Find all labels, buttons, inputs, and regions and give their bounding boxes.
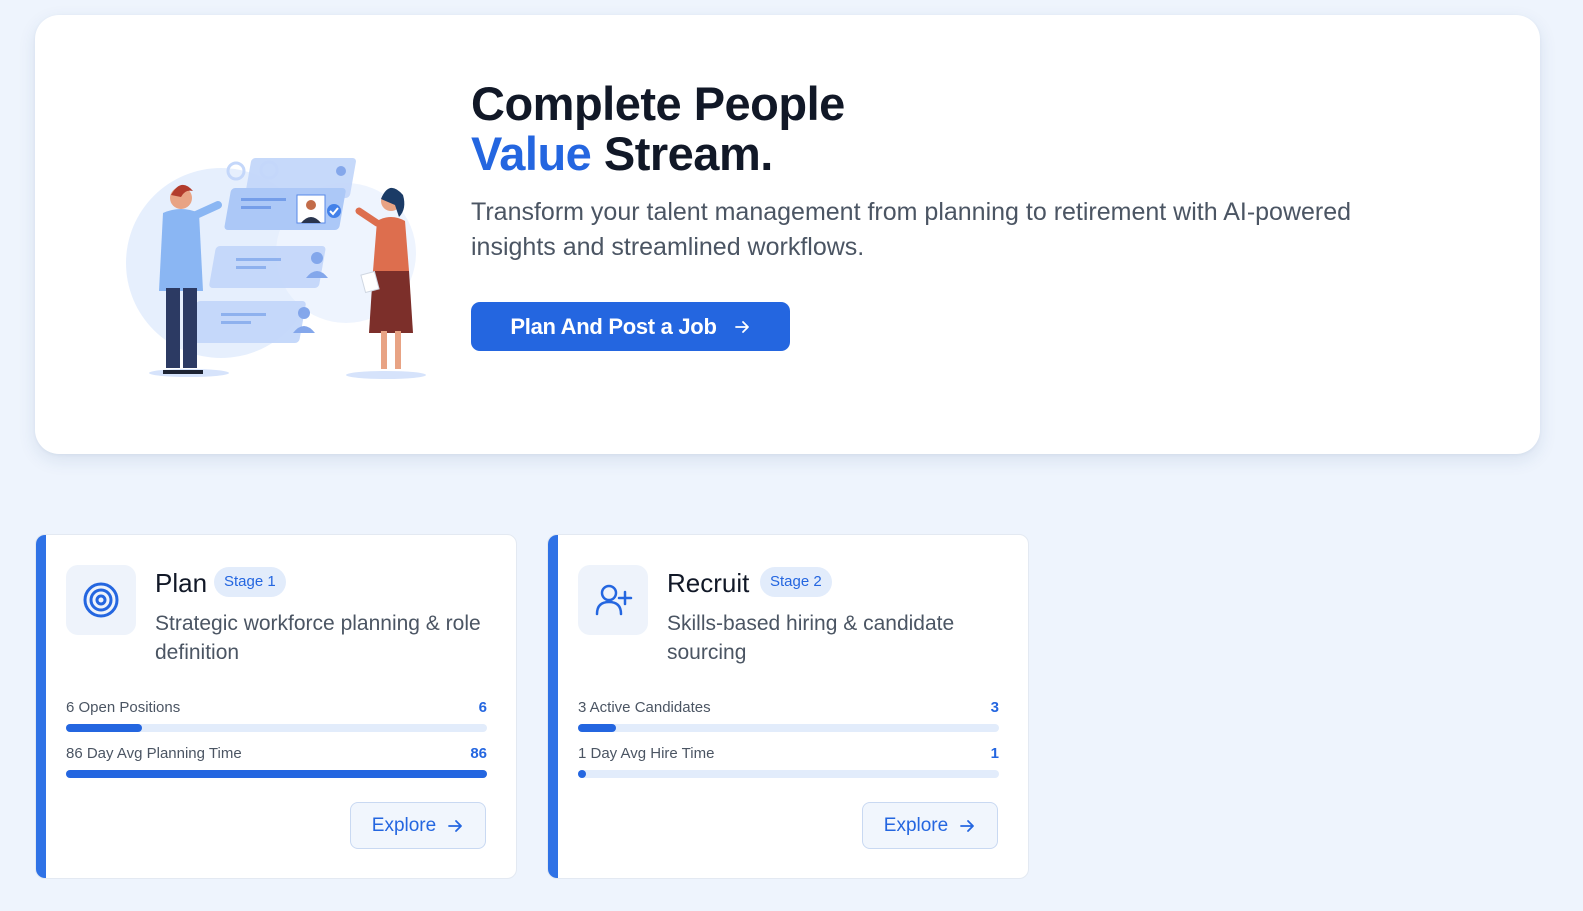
explore-button[interactable]: Explore (350, 802, 486, 849)
stage-card-recruit: Recruit Stage 2 Skills-based hiring & ca… (547, 534, 1029, 879)
stage-name: Recruit (667, 568, 750, 598)
progress-fill (578, 770, 587, 778)
stage-badge: Stage 1 (214, 567, 286, 597)
hero-title-line1: Complete People (471, 77, 845, 130)
user-plus-icon (595, 584, 633, 616)
metric-value: 6 (478, 699, 487, 716)
hero-subtitle: Transform your talent management from pl… (471, 198, 1352, 261)
plan-and-post-job-button[interactable]: Plan And Post a Job (471, 302, 790, 351)
arrow-right-icon (448, 819, 463, 832)
stage-icon-box (66, 565, 136, 635)
stage-icon-box (578, 565, 648, 635)
stage-accent-bar (36, 535, 46, 878)
arrow-right-icon (960, 819, 975, 832)
progress-track (578, 770, 999, 778)
metric-open-positions: 6 Open Positions 6 (66, 698, 487, 732)
stage-description: Skills-based hiring & candidate sourcing (667, 612, 955, 664)
metric-active-candidates: 3 Active Candidates 3 (578, 698, 999, 732)
metric-avg-planning-time: 86 Day Avg Planning Time 86 (66, 744, 487, 778)
stage-badge: Stage 2 (760, 567, 832, 597)
hero-title-rest: Stream. (603, 127, 773, 180)
progress-fill (66, 724, 142, 732)
explore-label: Explore (883, 814, 949, 836)
stage-card-plan: Plan Stage 1 Strategic workforce plannin… (35, 534, 517, 879)
recruitment-illustration (126, 158, 426, 379)
progress-track (578, 724, 999, 732)
progress-track (66, 724, 487, 732)
metric-value: 1 (990, 745, 999, 762)
stage-accent-bar (548, 535, 558, 878)
hero-card: Complete People Value Stream. Transform … (35, 15, 1540, 454)
metric-value: 3 (990, 699, 999, 716)
progress-fill (578, 724, 616, 732)
metric-label: 6 Open Positions (66, 699, 181, 716)
metric-label: 3 Active Candidates (578, 699, 711, 716)
plan-and-post-job-label: Plan And Post a Job (510, 313, 717, 339)
arrow-right-icon (734, 320, 749, 333)
stage-name: Plan (155, 568, 208, 598)
hero-title-accent: Value (471, 127, 592, 180)
target-icon (83, 582, 119, 618)
explore-label: Explore (371, 814, 437, 836)
metric-avg-hire-time: 1 Day Avg Hire Time 1 (578, 744, 999, 778)
metric-value: 86 (470, 745, 487, 762)
metric-label: 1 Day Avg Hire Time (578, 745, 715, 762)
hero-title: Complete People Value Stream. (471, 79, 845, 179)
progress-track (66, 770, 487, 778)
progress-fill (66, 770, 487, 778)
metric-label: 86 Day Avg Planning Time (66, 745, 242, 762)
explore-button[interactable]: Explore (862, 802, 998, 849)
stage-description: Strategic workforce planning & role defi… (155, 612, 481, 664)
